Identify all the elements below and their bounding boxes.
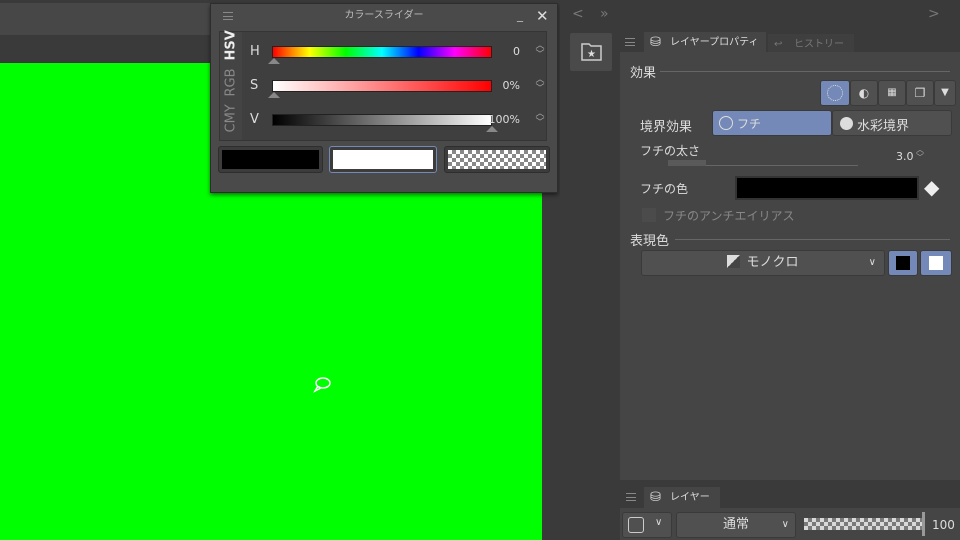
edge-color-label: フチの色 <box>640 182 689 196</box>
option-label: 水彩境界 <box>857 119 910 134</box>
border-effect-label: 境界効果 <box>640 120 693 135</box>
close-icon[interactable]: ✕ <box>536 7 549 25</box>
antialias-checkbox[interactable] <box>642 208 656 222</box>
saturation-row: S 0% ︿ ﹀ <box>250 76 550 98</box>
blend-mode-value: 通常 <box>722 517 749 532</box>
white-color-toggle[interactable] <box>920 250 952 276</box>
monochrome-icon <box>727 255 741 268</box>
edge-width-spinner[interactable]: ︿ ﹀ <box>916 146 924 162</box>
hue-slider[interactable] <box>272 46 492 58</box>
props-menu-icon[interactable] <box>625 38 635 46</box>
layer-panel: ∨ 通常 ∨ 100 <box>620 508 960 540</box>
value-slider[interactable] <box>272 114 492 126</box>
toolbar-strip <box>0 3 210 35</box>
watercolor-option[interactable]: 水彩境界 <box>832 110 952 136</box>
black-color-toggle[interactable] <box>888 250 918 276</box>
saturation-slider[interactable] <box>272 80 492 92</box>
edge-effect-toggle[interactable] <box>820 80 850 106</box>
saturation-spinner[interactable]: ︿ ﹀ <box>534 76 546 94</box>
value-value[interactable]: 100% <box>470 113 520 126</box>
layer-stack-icon: ⛁ <box>650 490 661 505</box>
chevron-down-icon: ∨ <box>868 257 876 268</box>
antialias-label: フチのアンチエイリアス <box>663 209 795 223</box>
tab-rgb[interactable]: RGB <box>224 68 239 96</box>
layer-color-button[interactable]: ❐ <box>906 80 934 106</box>
option-label: フチ <box>737 117 762 131</box>
square-icon <box>628 517 644 533</box>
tab-label: レイヤー <box>670 492 710 503</box>
saturation-handle[interactable] <box>268 92 280 98</box>
circle-icon <box>719 116 733 130</box>
blob-icon <box>840 117 853 130</box>
hue-handle[interactable] <box>268 58 280 64</box>
panel-title: カラースライダー <box>344 10 424 21</box>
effects-heading: 効果 <box>630 66 657 81</box>
tone-effect-button[interactable]: ◐ <box>850 80 878 106</box>
edge-width-value[interactable]: 3.0 <box>896 150 914 163</box>
nav-next-button[interactable]: > <box>928 6 940 22</box>
selected-mode: モノクロ <box>746 255 799 270</box>
layer-property-panel: 効果 ◐ ▦ ❐ ▼ 境界効果 フチ 水彩境界 フチの太さ 3.0 ︿ ﹀ フチの… <box>620 52 960 480</box>
circle-icon <box>827 85 843 101</box>
value-label: V <box>250 112 259 127</box>
slider-fill <box>668 160 706 166</box>
value-row: V 100% ︿ ﹀ <box>250 110 550 132</box>
tab-layer[interactable]: ⛁ レイヤー <box>644 487 720 509</box>
value-handle[interactable] <box>486 126 498 132</box>
saturation-value[interactable]: 0% <box>470 79 520 92</box>
paint-bucket-icon[interactable]: ◆ <box>924 175 939 199</box>
layer-stack-icon: ⛁ <box>650 35 661 50</box>
edge-width-label: フチの太さ <box>640 144 701 158</box>
hue-value[interactable]: 0 <box>470 45 520 58</box>
minimize-icon[interactable]: _ <box>517 8 523 22</box>
hue-spinner[interactable]: ︿ ﹀ <box>534 42 546 60</box>
expression-color-select[interactable]: モノクロ ∨ <box>641 250 885 276</box>
layer-color-dropdown[interactable]: ∨ <box>622 512 672 538</box>
material-folder-button[interactable]: ★ <box>570 33 612 71</box>
overlap-squares-icon: ❐ <box>914 86 926 100</box>
opacity-slider[interactable] <box>804 518 922 530</box>
halftone-button[interactable]: ▦ <box>878 80 906 106</box>
expression-color-heading: 表現色 <box>630 234 670 249</box>
blend-mode-select[interactable]: 通常 ∨ <box>676 512 796 538</box>
tab-label: ヒストリー <box>794 39 844 50</box>
main-color-swatch[interactable] <box>218 146 323 173</box>
svg-text:★: ★ <box>587 49 596 60</box>
tone-icon: ◐ <box>858 86 870 100</box>
layer-menu-icon[interactable] <box>626 493 636 501</box>
edge-width-slider[interactable] <box>668 160 858 166</box>
sub-color-swatch[interactable] <box>329 146 437 173</box>
expand-button[interactable]: » <box>600 6 609 22</box>
tab-hsv[interactable]: HSV <box>224 30 239 60</box>
edge-option[interactable]: フチ <box>712 110 832 136</box>
dots-icon: ▦ <box>887 87 897 98</box>
chevron-down-icon: ▼ <box>941 87 949 98</box>
saturation-label: S <box>250 78 259 93</box>
chevron-down-icon: ∨ <box>655 517 663 528</box>
opacity-value[interactable]: 100 <box>932 518 955 532</box>
tab-cmy[interactable]: CMY <box>224 104 239 132</box>
star-folder-icon: ★ <box>581 43 602 61</box>
opacity-handle[interactable] <box>922 512 925 536</box>
value-spinner[interactable]: ︿ ﹀ <box>534 110 546 128</box>
hue-row: H 0 ︿ ﹀ <box>250 42 550 64</box>
color-slider-panel: カラースライダー _ ✕ HSV RGB CMY H 0 ︿ ﹀ S 0% ︿ ﹀ … <box>210 3 558 193</box>
tab-layer-property[interactable]: ⛁ レイヤープロパティ <box>644 32 766 54</box>
lasso-cursor-icon <box>313 377 331 393</box>
edge-color-swatch[interactable] <box>735 176 919 200</box>
chevron-down-icon: ∨ <box>781 519 789 530</box>
nav-back-button[interactable]: < <box>572 6 584 22</box>
tab-label: レイヤープロパティ <box>670 37 759 48</box>
effects-dropdown[interactable]: ▼ <box>934 80 956 106</box>
mode-tabs: HSV RGB CMY <box>220 30 242 140</box>
transparent-color-swatch[interactable] <box>444 146 550 173</box>
hue-label: H <box>250 44 260 59</box>
